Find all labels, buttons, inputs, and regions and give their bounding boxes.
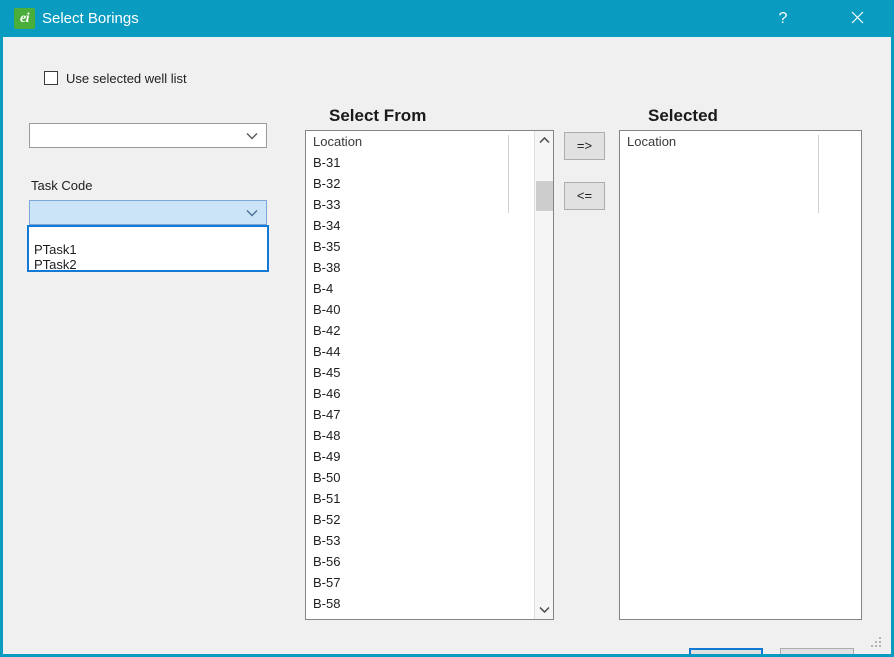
resize-grip[interactable] [871, 637, 883, 649]
task-code-label: Task Code [31, 177, 92, 194]
grip-dot [879, 641, 881, 643]
select-from-column-header: Location [306, 131, 553, 152]
list-item[interactable]: B-35 [306, 236, 553, 257]
remove-from-selected-button[interactable]: <= [564, 182, 605, 210]
list-item[interactable]: B-47 [306, 404, 553, 425]
list-item[interactable]: B-48 [306, 425, 553, 446]
chevron-down-icon [246, 127, 258, 145]
list-item[interactable]: B-34 [306, 215, 553, 236]
scroll-up-arrow-icon[interactable] [535, 131, 554, 150]
selected-title: Selected [648, 106, 718, 126]
grip-dot [875, 641, 877, 643]
ok-button[interactable]: OK [689, 648, 763, 657]
list-item[interactable]: B-33 [306, 194, 553, 215]
task-code-option-blank[interactable] [29, 227, 267, 242]
list-item[interactable]: B-53 [306, 530, 553, 551]
select-borings-dialog: ei Select Borings ? Use selected well li… [0, 0, 894, 657]
list-item[interactable]: B-4 [306, 278, 553, 299]
task-code-option-ptask2[interactable]: PTask2 [29, 257, 267, 272]
task-code-dropdown-list[interactable]: PTask1 PTask2 [27, 225, 269, 272]
column-divider [818, 135, 819, 213]
scroll-down-arrow-icon[interactable] [535, 600, 554, 619]
add-to-selected-button[interactable]: => [564, 132, 605, 160]
select-from-title: Select From [329, 106, 426, 126]
list-item[interactable]: B-40 [306, 299, 553, 320]
task-code-option-ptask1[interactable]: PTask1 [29, 242, 267, 257]
grip-dot [871, 645, 873, 647]
select-from-listbox[interactable]: Location B-31B-32B-33B-34B-35B-38B-4B-40… [305, 130, 554, 620]
title-bar: ei Select Borings ? [0, 0, 894, 37]
window-title: Select Borings [42, 8, 139, 29]
list-item[interactable]: B-45 [306, 362, 553, 383]
list-item[interactable]: B-31 [306, 152, 553, 173]
list-item[interactable]: B-52 [306, 509, 553, 530]
list-item[interactable]: B-50 [306, 467, 553, 488]
use-selected-well-list-label: Use selected well list [66, 70, 187, 87]
select-from-scrollbar[interactable] [534, 131, 553, 619]
list-item[interactable]: B-46 [306, 383, 553, 404]
column-divider [508, 135, 509, 213]
list-item[interactable]: B-49 [306, 446, 553, 467]
list-item[interactable]: B-32 [306, 173, 553, 194]
list-item[interactable]: B-58 [306, 593, 553, 614]
app-icon: ei [14, 8, 35, 29]
list-item[interactable]: B-57 [306, 572, 553, 593]
task-code-combo[interactable] [29, 200, 267, 225]
close-icon [851, 11, 864, 24]
close-button[interactable] [834, 0, 880, 37]
list-item[interactable]: B-51 [306, 488, 553, 509]
well-list-combo[interactable] [29, 123, 267, 148]
chevron-down-icon [246, 204, 258, 222]
help-button[interactable]: ? [760, 0, 806, 37]
grip-dot [875, 645, 877, 647]
use-selected-well-list-checkbox[interactable] [44, 71, 58, 85]
list-item[interactable]: B-42 [306, 320, 553, 341]
list-item[interactable]: B-38 [306, 257, 553, 278]
selected-listbox[interactable]: Location [619, 130, 862, 620]
dialog-body: Use selected well list Task Code PTask1 … [0, 37, 888, 654]
selected-rows: Location [620, 131, 861, 619]
list-item[interactable]: B-56 [306, 551, 553, 572]
list-item[interactable]: B-44 [306, 341, 553, 362]
scrollbar-thumb[interactable] [536, 181, 553, 211]
grip-dot [879, 637, 881, 639]
cancel-button[interactable]: Cancel [780, 648, 854, 657]
grip-dot [879, 645, 881, 647]
select-from-items: B-31B-32B-33B-34B-35B-38B-4B-40B-42B-44B… [306, 152, 553, 614]
selected-column-header: Location [620, 131, 861, 152]
select-from-rows: Location B-31B-32B-33B-34B-35B-38B-4B-40… [306, 131, 553, 619]
